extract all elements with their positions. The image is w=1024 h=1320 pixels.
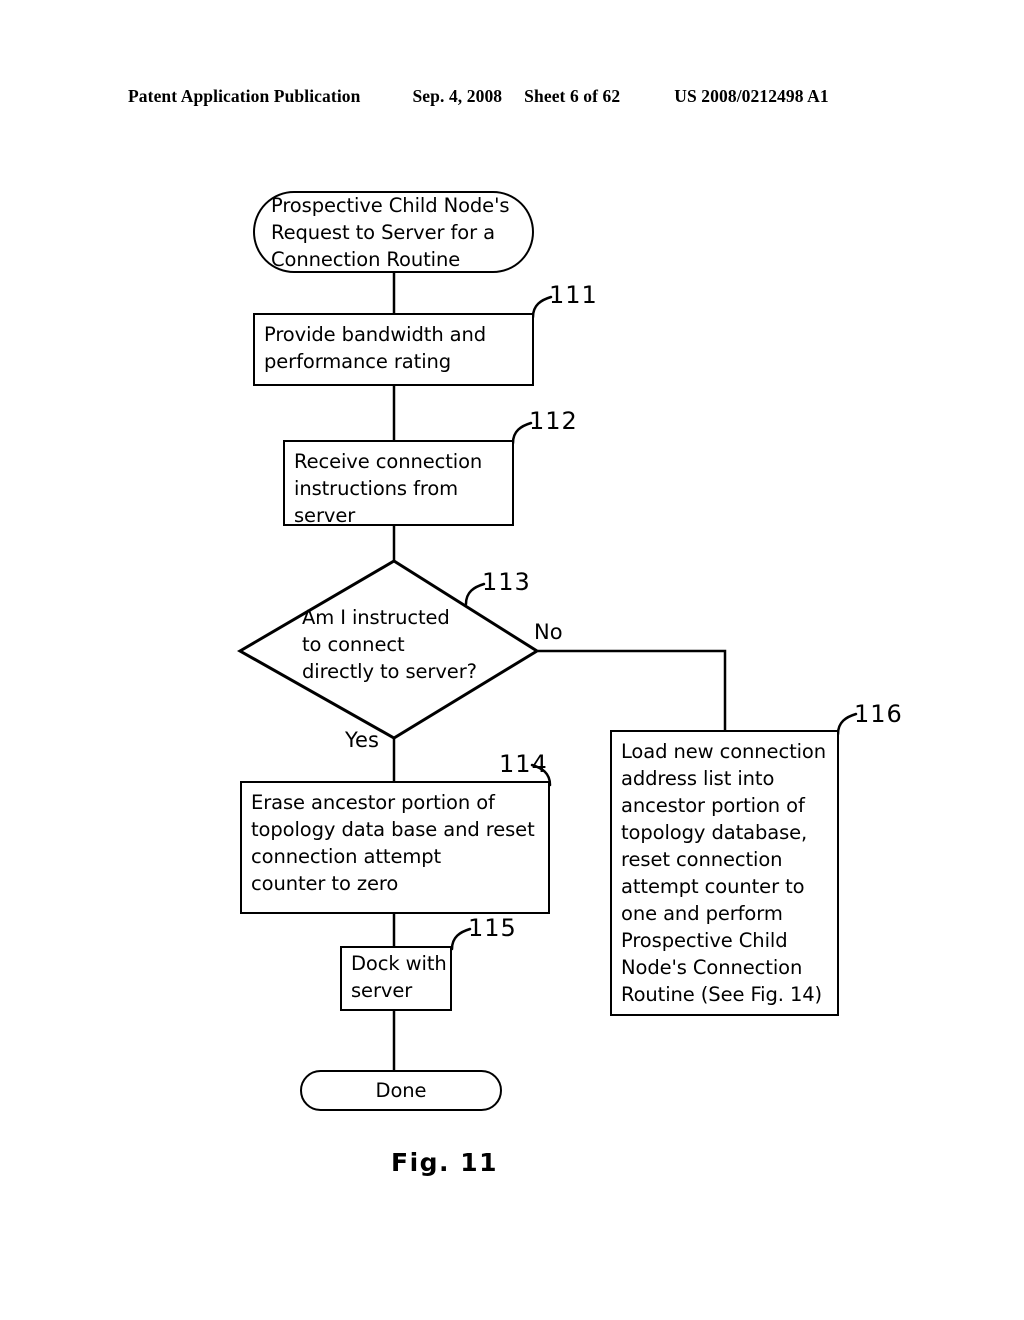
node-116-process: Load new connection address list into an… — [610, 730, 839, 1016]
node-114-text: Erase ancestor portion of topology data … — [251, 791, 535, 895]
branch-label-no: No — [534, 620, 563, 644]
node-112-text: Receive connection instructions from ser… — [294, 450, 483, 527]
connector-113-no-to-116 — [538, 649, 727, 730]
node-start-terminator: Prospective Child Node's Request to Serv… — [253, 191, 534, 273]
node-done-text: Done — [375, 1079, 427, 1102]
reference-numeral-113: 113 — [482, 568, 531, 596]
reference-numeral-116: 116 — [854, 700, 903, 728]
node-done-terminator: Done — [300, 1070, 502, 1111]
node-115-text: Dock with server — [351, 952, 447, 1002]
node-116-text: Load new connection address list into an… — [621, 740, 827, 1006]
reference-numeral-115: 115 — [468, 914, 517, 942]
flowchart-figure: Prospective Child Node's Request to Serv… — [0, 0, 1024, 1320]
reference-numeral-112: 112 — [529, 407, 578, 435]
node-114-process: Erase ancestor portion of topology data … — [240, 781, 550, 914]
node-113-text: Am I instructed to connect directly to s… — [302, 606, 477, 683]
reference-numeral-111: 111 — [549, 281, 598, 309]
node-start-text: Prospective Child Node's Request to Serv… — [271, 193, 510, 271]
node-115-process: Dock with server — [340, 946, 452, 1011]
reference-numeral-114: 114 — [499, 750, 548, 778]
node-111-text: Provide bandwidth and performance rating — [264, 323, 487, 373]
node-111-process: Provide bandwidth and performance rating — [253, 313, 534, 386]
branch-label-yes: Yes — [345, 728, 379, 752]
figure-caption: Fig. 11 — [391, 1148, 499, 1177]
node-112-process: Receive connection instructions from ser… — [283, 440, 514, 527]
